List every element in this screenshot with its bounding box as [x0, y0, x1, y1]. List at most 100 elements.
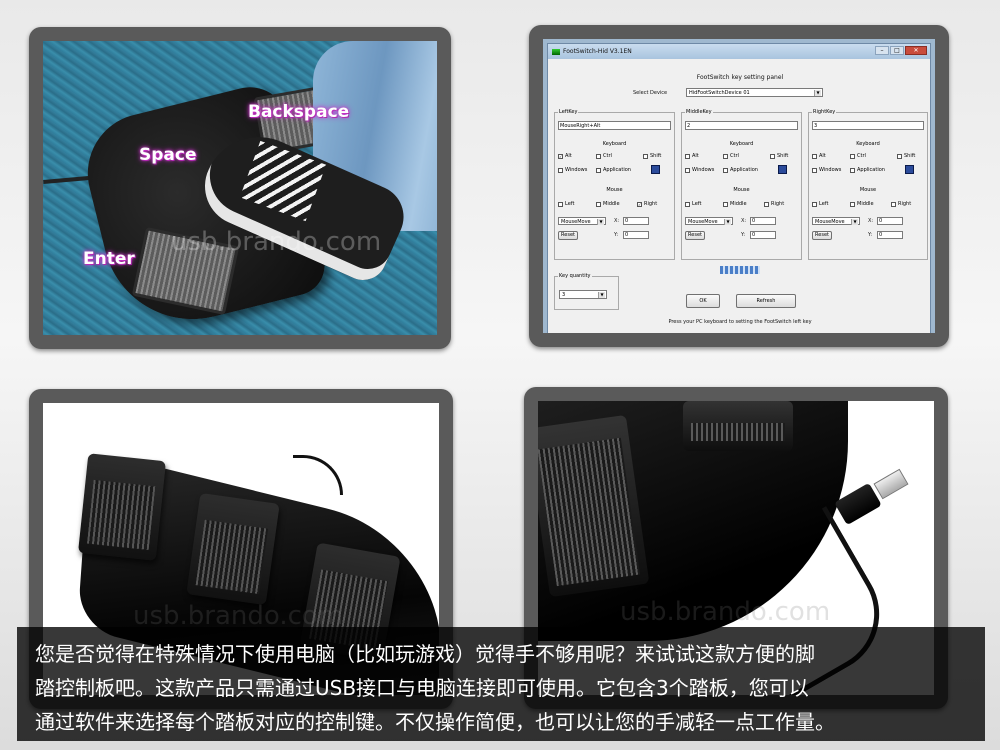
key-text-field[interactable]: 3	[812, 121, 924, 130]
checkbox-alt[interactable]: ✓ Alt	[558, 153, 572, 159]
key-text-field[interactable]: 2	[685, 121, 798, 130]
checkbox-windows[interactable]: Windows	[558, 167, 587, 173]
chevron-down-icon: ▼	[724, 219, 731, 225]
checkbox-windows[interactable]: Windows	[812, 167, 841, 173]
keyboard-label: Keyboard	[856, 141, 880, 147]
mousemove-value: MouseMove	[815, 219, 845, 225]
checkbox-middle[interactable]: Middle	[850, 201, 874, 207]
x-label: X:	[868, 218, 874, 224]
chevron-down-icon: ▼	[597, 219, 604, 225]
checkbox-label: Left	[565, 201, 575, 207]
key-quantity-select[interactable]: 3 ▼	[559, 290, 607, 299]
minimize-icon[interactable]: –	[875, 46, 889, 55]
key-text-field[interactable]: MouseRight+Alt	[558, 121, 671, 130]
checkbox-label: Ctrl	[857, 153, 866, 159]
y-input[interactable]: 0	[750, 231, 776, 239]
check-icon: ✓	[558, 153, 563, 159]
checkbox-label: Right	[898, 201, 912, 207]
mousemove-select[interactable]: MouseMove ▼	[812, 217, 860, 225]
footswitch-window: FootSwitch-Hid V3.1EN – □ ✕ FootSwitch k…	[547, 43, 931, 333]
x-input[interactable]: 0	[623, 217, 649, 225]
pedal-middle	[186, 492, 280, 606]
keyboard-icon[interactable]	[651, 165, 660, 174]
pedal-left	[77, 453, 167, 561]
checkbox-label: Alt	[565, 153, 572, 159]
status-text: Press your PC keyboard to setting the Fo…	[668, 319, 812, 325]
group-leftkey: LeftKey MouseRight+Alt Keyboard ✓ Alt Ctr…	[554, 109, 675, 260]
key-quantity-value: 3	[562, 292, 566, 298]
pedal-cable	[293, 455, 343, 495]
maximize-icon[interactable]: □	[890, 46, 904, 55]
y-input[interactable]: 0	[623, 231, 649, 239]
group-rightkey: RightKey 3 Keyboard Alt Ctrl Shift Windo…	[808, 109, 928, 260]
checkbox-middle[interactable]: Middle	[723, 201, 747, 207]
keyboard-icon[interactable]	[778, 165, 787, 174]
device-select-value: HidFootSwitchDevice 01	[689, 90, 750, 96]
checkbox-label: Alt	[819, 153, 826, 159]
checkbox-label: Middle	[730, 201, 747, 207]
checkbox-application[interactable]: Application	[596, 167, 631, 173]
checkbox-shift[interactable]: Shift	[897, 153, 915, 159]
checkbox-alt[interactable]: Alt	[812, 153, 826, 159]
keyboard-label: Keyboard	[602, 141, 627, 147]
checkbox-right[interactable]: Right	[764, 201, 784, 207]
reset-button[interactable]: Reset	[558, 231, 578, 240]
checkbox-application[interactable]: Application	[723, 167, 758, 173]
caption-line-2: 踏控制板吧。这款产品只需通过USB接口与电脑连接即可使用。它包含3个踏板，您可以	[35, 676, 809, 700]
y-label: Y:	[868, 232, 873, 238]
checkbox-label: Right	[771, 201, 785, 207]
device-select[interactable]: HidFootSwitchDevice 01 ▼	[686, 88, 823, 97]
label-backspace: Backspace	[248, 102, 350, 122]
checkbox-label: Ctrl	[730, 153, 739, 159]
checkbox-label: Middle	[603, 201, 620, 207]
mouse-label: Mouse	[859, 187, 877, 193]
window-controls: – □ ✕	[875, 46, 927, 55]
checkbox-left[interactable]: Left	[685, 201, 701, 207]
checkbox-shift[interactable]: Shift	[643, 153, 661, 159]
y-input[interactable]: 0	[877, 231, 903, 239]
software-screenshot: FootSwitch-Hid V3.1EN – □ ✕ FootSwitch k…	[543, 39, 935, 333]
reset-button[interactable]: Reset	[812, 231, 832, 240]
checkbox-ctrl[interactable]: Ctrl	[596, 153, 612, 159]
checkbox-left[interactable]: Left	[558, 201, 574, 207]
x-input[interactable]: 0	[877, 217, 903, 225]
checkbox-shift[interactable]: Shift	[770, 153, 788, 159]
checkbox-label: Shift	[777, 153, 789, 159]
checkbox-middle[interactable]: Middle	[596, 201, 620, 207]
ok-button[interactable]: OK	[686, 294, 720, 308]
checkbox-left[interactable]: Left	[812, 201, 828, 207]
checkbox-right[interactable]: ✓ Right	[637, 201, 657, 207]
watermark: usb.brando.com	[171, 227, 382, 257]
checkbox-alt[interactable]: Alt	[685, 153, 699, 159]
mousemove-select[interactable]: MouseMove ▼	[558, 217, 606, 225]
close-icon[interactable]: ✕	[905, 46, 927, 55]
y-label: Y:	[741, 232, 746, 238]
reset-button[interactable]: Reset	[685, 231, 705, 240]
x-input[interactable]: 0	[750, 217, 776, 225]
checkbox-label: Shift	[650, 153, 662, 159]
window-title: FootSwitch-Hid V3.1EN	[563, 48, 632, 55]
group-title: RightKey	[812, 109, 837, 115]
chevron-down-icon: ▼	[851, 219, 858, 225]
checkbox-label: Shift	[904, 153, 916, 159]
refresh-button[interactable]: Refresh	[736, 294, 796, 308]
mousemove-select[interactable]: MouseMove ▼	[685, 217, 733, 225]
app-icon	[552, 48, 560, 55]
checkbox-label: Left	[692, 201, 702, 207]
group-title: MiddleKey	[685, 109, 713, 115]
checkbox-right[interactable]: Right	[891, 201, 911, 207]
checkbox-windows[interactable]: Windows	[685, 167, 714, 173]
window-titlebar[interactable]: FootSwitch-Hid V3.1EN	[548, 44, 930, 59]
watermark: usb.brando.com	[620, 597, 831, 627]
checkbox-ctrl[interactable]: Ctrl	[723, 153, 739, 159]
checkbox-application[interactable]: Application	[850, 167, 885, 173]
label-space: Space	[139, 145, 197, 165]
label-enter: Enter	[83, 249, 135, 269]
checkbox-label: Application	[603, 167, 631, 173]
checkbox-label: Application	[730, 167, 758, 173]
keyboard-icon[interactable]	[905, 165, 914, 174]
checkbox-label: Ctrl	[603, 153, 612, 159]
checkbox-ctrl[interactable]: Ctrl	[850, 153, 866, 159]
group-middlekey: MiddleKey 2 Keyboard Alt Ctrl Shift Wind…	[681, 109, 802, 260]
key-quantity-label: Key quantity	[558, 273, 592, 279]
